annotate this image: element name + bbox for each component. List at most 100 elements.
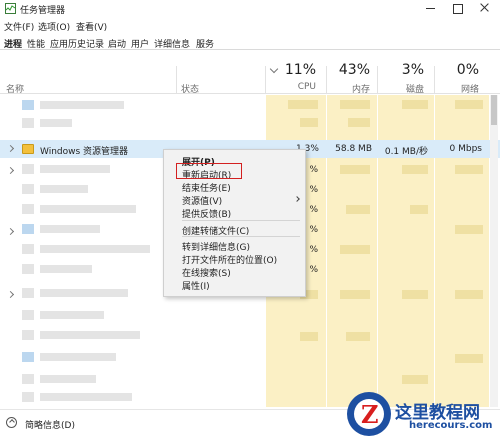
column-status[interactable]: 状态 <box>181 82 199 95</box>
task-manager-window: 任务管理器 文件(F) 选项(O) 查看(V) 进程 性能 应用历史记录 启动 … <box>0 0 500 436</box>
menu-item-search-online[interactable]: 在线搜索(S) <box>182 266 231 279</box>
blurred-row-name <box>40 119 72 127</box>
blurred-row-icon <box>22 392 34 402</box>
memory-percent[interactable]: 43% <box>310 62 370 78</box>
menu-options[interactable]: 选项(O) <box>38 20 70 33</box>
fewer-details-link[interactable]: 简略信息(D) <box>25 418 75 431</box>
blurred-row-name <box>40 375 96 383</box>
blurred-cell <box>340 245 370 254</box>
blurred-cell <box>346 205 370 214</box>
blurred-cell <box>410 205 428 214</box>
expand-chevron-icon[interactable] <box>6 166 15 175</box>
column-name[interactable]: 名称 <box>6 82 24 95</box>
blurred-row-icon <box>22 374 34 384</box>
tab-details[interactable]: 详细信息 <box>154 37 190 50</box>
blurred-cell <box>348 118 370 127</box>
cpu-value: % <box>309 185 318 195</box>
cpu-percent[interactable]: 11% <box>256 62 316 78</box>
minimize-icon[interactable] <box>424 2 438 14</box>
blurred-cell <box>402 290 428 299</box>
blurred-cell <box>455 100 483 109</box>
blurred-row-name <box>40 165 110 173</box>
menu-item-open-file-location[interactable]: 打开文件所在的位置(O) <box>182 253 277 266</box>
task-manager-icon <box>5 3 16 14</box>
blurred-row-icon <box>22 264 34 274</box>
menu-bar: 文件(F) 选项(O) 查看(V) <box>0 19 500 33</box>
tab-processes[interactable]: 进程 <box>4 37 22 50</box>
disk-value: 0.1 MB/秒 <box>384 147 428 157</box>
blurred-cell <box>402 100 428 109</box>
disk-percent[interactable]: 3% <box>364 62 424 78</box>
blurred-row-icon <box>22 352 34 362</box>
tab-startup[interactable]: 启动 <box>108 37 126 50</box>
column-memory[interactable]: 内存 <box>310 82 370 95</box>
blurred-row-icon <box>22 100 34 110</box>
blurred-cell <box>455 290 483 299</box>
tab-users[interactable]: 用户 <box>131 37 149 50</box>
process-name: Windows 资源管理器 <box>40 147 129 157</box>
menu-divider <box>182 236 300 237</box>
expand-chevron-icon[interactable] <box>6 144 15 153</box>
blurred-cell <box>346 332 370 341</box>
blurred-row-icon <box>22 184 34 194</box>
window-title: 任务管理器 <box>20 6 66 16</box>
blurred-row-name <box>40 245 150 253</box>
expand-chevron-icon[interactable] <box>6 227 15 236</box>
cpu-value: % <box>309 165 318 175</box>
blurred-row-icon <box>22 330 34 340</box>
menu-view[interactable]: 查看(V) <box>76 20 107 33</box>
tab-strip: 进程 性能 应用历史记录 启动 用户 详细信息 服务 <box>0 35 500 50</box>
menu-divider <box>182 220 300 221</box>
collapse-up-icon[interactable] <box>6 417 17 428</box>
blurred-cell <box>402 165 428 174</box>
blurred-cell <box>300 332 318 341</box>
cpu-value: % <box>309 245 318 255</box>
blurred-row-icon <box>22 204 34 214</box>
blurred-cell <box>455 354 483 363</box>
blurred-row-name <box>40 185 88 193</box>
column-disk[interactable]: 磁盘 <box>364 82 424 95</box>
tab-app-history[interactable]: 应用历史记录 <box>50 37 104 50</box>
blurred-row-icon <box>22 164 34 174</box>
cpu-value: % <box>309 205 318 215</box>
menu-item-feedback[interactable]: 提供反馈(B) <box>182 207 231 220</box>
blurred-row-icon <box>22 288 34 298</box>
tab-performance[interactable]: 性能 <box>27 37 45 50</box>
blurred-cell <box>340 165 370 174</box>
blurred-row-name <box>40 205 136 213</box>
blurred-cell <box>455 225 483 234</box>
menu-item-properties[interactable]: 属性(I) <box>182 279 210 292</box>
column-cpu[interactable]: CPU <box>256 82 316 92</box>
menu-item-go-to-details[interactable]: 转到详细信息(G) <box>182 240 250 253</box>
watermark-logo: Z 这里教程网 herecours.com <box>347 392 500 436</box>
blurred-cell <box>402 375 428 384</box>
watermark-z-glyph: Z <box>361 400 379 429</box>
cpu-value: % <box>309 265 318 275</box>
blurred-cell <box>340 290 370 299</box>
close-icon[interactable] <box>478 2 492 14</box>
menu-file[interactable]: 文件(F) <box>4 20 34 33</box>
blurred-row-icon <box>22 224 34 234</box>
column-separator[interactable] <box>176 66 177 94</box>
blurred-row-icon <box>22 310 34 320</box>
blurred-cell <box>340 100 370 109</box>
watermark-url: herecours.com <box>409 420 493 431</box>
vertical-scrollbar[interactable] <box>490 95 498 407</box>
expand-chevron-icon[interactable] <box>6 290 15 299</box>
blurred-row-name <box>40 393 132 401</box>
cpu-value: % <box>309 225 318 235</box>
tab-services[interactable]: 服务 <box>196 37 214 50</box>
submenu-arrow-icon <box>294 196 300 202</box>
network-percent[interactable]: 0% <box>419 62 479 78</box>
menu-item-resource-values[interactable]: 资源值(V) <box>182 194 222 207</box>
column-network[interactable]: 网络 <box>419 82 479 95</box>
title-bar: 任务管理器 <box>0 0 500 18</box>
scrollbar-thumb[interactable] <box>491 95 497 125</box>
blurred-row-name <box>40 265 92 273</box>
blurred-cell <box>455 165 483 174</box>
blurred-row-icon <box>22 244 34 254</box>
blurred-row-icon <box>22 118 34 128</box>
menu-item-end-task[interactable]: 结束任务(E) <box>182 181 231 194</box>
maximize-icon[interactable] <box>451 2 465 14</box>
blurred-cell <box>300 118 318 127</box>
